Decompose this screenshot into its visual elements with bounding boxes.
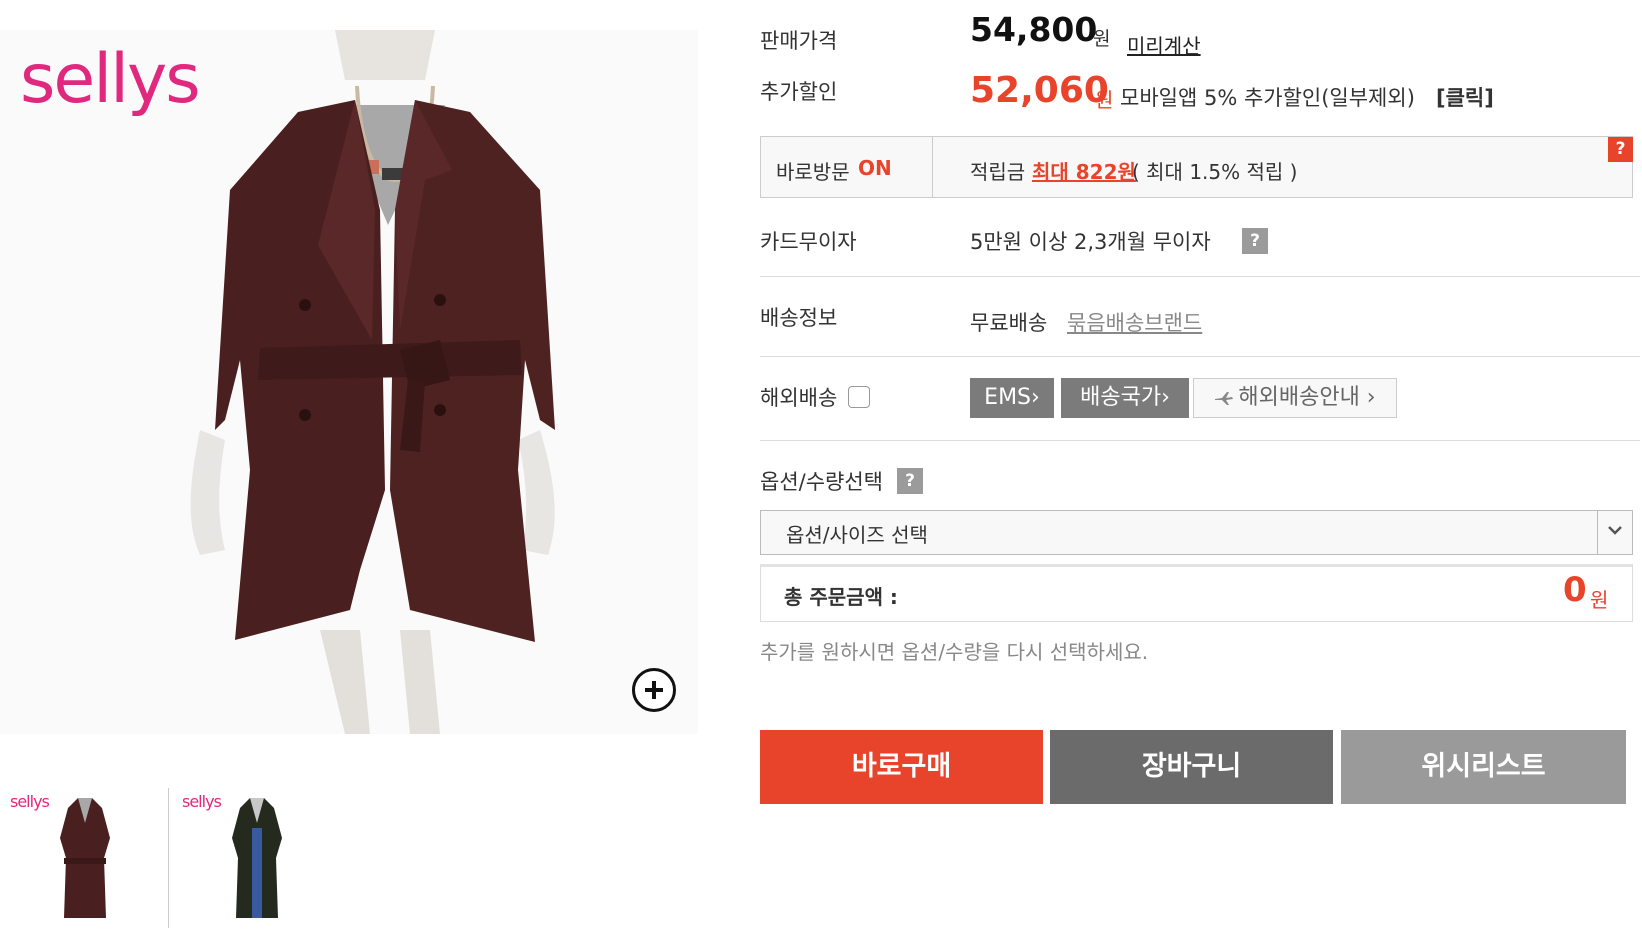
shipping-label: 배송정보 (760, 306, 838, 330)
airplane-icon (1215, 392, 1234, 405)
bundle-shipping-link[interactable]: 묶음배송브랜드 (1067, 307, 1202, 337)
thumbnail-coat-black (232, 798, 282, 918)
product-main-image[interactable] (0, 30, 698, 734)
overseas-checkbox[interactable] (848, 386, 870, 408)
coat-illustration (0, 30, 698, 734)
thumbnail-2[interactable]: sellys (178, 788, 336, 928)
total-value: 0 (1563, 570, 1587, 610)
option-notice: 추가를 원하시면 옵션/수량을 다시 선택하세요. (760, 640, 1149, 664)
points-rate: ( 최대 1.5% 적립 ) (1132, 160, 1298, 184)
points-max[interactable]: 최대 822원 (1032, 156, 1136, 185)
ems-button[interactable]: EMS› (970, 378, 1054, 418)
card-value: 5만원 이상 2,3개월 무이자 (970, 230, 1211, 254)
divider (760, 356, 1640, 357)
cart-button[interactable]: 장바구니 (1050, 730, 1333, 804)
discount-label: 추가할인 (760, 80, 838, 104)
zoom-in-icon[interactable] (632, 668, 676, 712)
discount-click-link[interactable]: [클릭] (1436, 82, 1494, 112)
option-select-divider (1597, 511, 1598, 554)
card-help-icon[interactable]: ? (1242, 228, 1268, 254)
overseas-label: 해외배송 (760, 386, 838, 410)
total-unit: 원 (1590, 588, 1609, 612)
divider (760, 440, 1640, 441)
points-label: 적립금 (970, 160, 1026, 184)
direct-visit-status: ON (858, 156, 892, 180)
sale-price-unit: 원 (1093, 28, 1111, 50)
total-label: 총 주문금액 : (784, 585, 898, 609)
direct-visit-label: 바로방문 (776, 160, 850, 184)
option-select-value: 옵션/사이즈 선택 (786, 523, 928, 547)
sale-price: 54,800 (970, 10, 1098, 49)
discount-description: 모바일앱 5% 추가할인(일부제외) (1120, 86, 1415, 110)
visit-help-icon[interactable]: ? (1608, 137, 1633, 162)
option-label: 옵션/수량선택 (760, 470, 883, 494)
brand-logo: sellys (20, 40, 201, 119)
price-calc-link[interactable]: 미리계산 (1127, 30, 1201, 59)
discount-price: 52,060 (970, 70, 1109, 111)
overseas-guide-button[interactable]: 해외배송안내 › (1193, 378, 1397, 418)
shipping-value: 무료배송 (970, 311, 1048, 335)
price-label: 판매가격 (760, 29, 838, 53)
divider (760, 276, 1640, 277)
thumbnail-1[interactable]: sellys (6, 788, 164, 928)
countries-button[interactable]: 배송국가› (1061, 378, 1189, 418)
discount-price-unit: 원 (1095, 88, 1114, 112)
thumbnail-coat-burgundy (60, 798, 110, 918)
overseas-guide-label: 해외배송안내 › (1238, 385, 1376, 410)
option-help-icon[interactable]: ? (897, 468, 923, 494)
buy-now-button[interactable]: 바로구매 (760, 730, 1043, 804)
card-label: 카드무이자 (760, 230, 857, 254)
wishlist-button[interactable]: 위시리스트 (1341, 730, 1626, 804)
chevron-down-icon[interactable] (1605, 520, 1625, 540)
direct-visit-divider (932, 136, 933, 198)
thumbnail-divider (168, 788, 169, 928)
